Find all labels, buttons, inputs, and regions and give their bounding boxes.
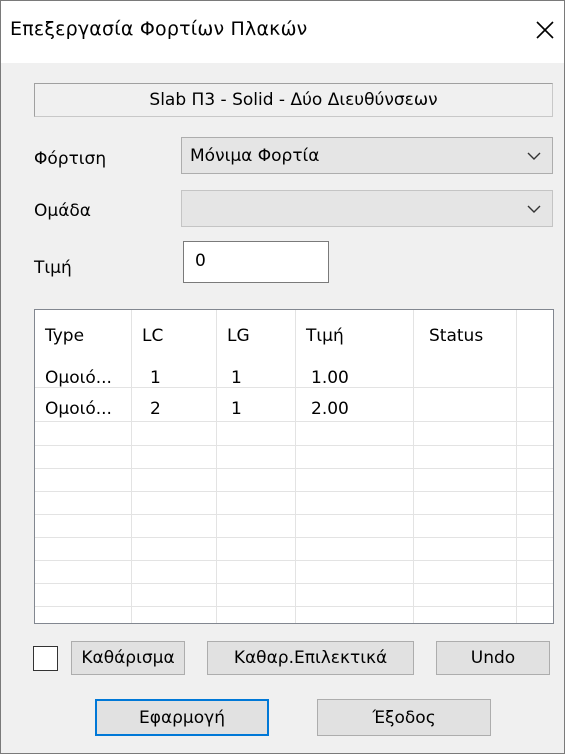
column-divider — [295, 310, 296, 623]
close-icon[interactable] — [533, 18, 557, 42]
chevron-down-icon — [527, 152, 541, 160]
row-divider — [35, 514, 553, 515]
cell-type[interactable]: Ομοιό... — [45, 399, 112, 419]
row-divider — [35, 421, 553, 422]
row-divider — [35, 537, 553, 538]
row-divider — [35, 606, 553, 607]
row-divider — [35, 387, 553, 388]
undo-button[interactable]: Undo — [436, 641, 550, 675]
column-header-lc[interactable]: LC — [142, 326, 163, 346]
cell-lc[interactable]: 1 — [150, 368, 161, 388]
cell-value[interactable]: 2.00 — [311, 399, 349, 419]
value-label: Τιμή — [34, 258, 72, 278]
column-divider — [216, 310, 217, 623]
row-divider — [35, 491, 553, 492]
column-divider — [131, 310, 132, 623]
slab-info-box: Slab Π3 - Solid - Δύο Διευθύνσεων — [34, 83, 553, 117]
loading-dropdown-value: Μόνιμα Φορτία — [190, 146, 320, 166]
loading-dropdown[interactable]: Μόνιμα Φορτία — [181, 137, 553, 174]
column-header-type[interactable]: Type — [45, 326, 84, 346]
select-checkbox[interactable] — [33, 646, 58, 671]
value-textbox[interactable] — [183, 241, 329, 283]
loads-table[interactable]: Type LC LG Τιμή Status Ομοιό... 1 1 1.00… — [34, 309, 554, 624]
loading-label: Φόρτιση — [34, 149, 107, 169]
value-input[interactable] — [195, 251, 315, 271]
row-divider — [35, 560, 553, 561]
column-header-value[interactable]: Τιμή — [306, 326, 344, 346]
clear-button[interactable]: Καθάρισμα — [71, 641, 185, 675]
title-bar[interactable]: Επεξεργασία Φορτίων Πλακών — [1, 1, 564, 63]
group-label: Ομάδα — [34, 201, 92, 221]
chevron-down-icon — [527, 205, 541, 213]
clear-selective-button[interactable]: Καθαρ.Επιλεκτικά — [207, 641, 414, 675]
dialog-title: Επεξεργασία Φορτίων Πλακών — [10, 18, 308, 40]
cell-value[interactable]: 1.00 — [311, 368, 349, 388]
row-divider — [35, 468, 553, 469]
cell-lg[interactable]: 1 — [231, 399, 242, 419]
cell-lc[interactable]: 2 — [150, 399, 161, 419]
column-header-status[interactable]: Status — [429, 326, 483, 346]
dialog-window: Επεξεργασία Φορτίων Πλακών Slab Π3 - Sol… — [0, 0, 565, 754]
row-divider — [35, 445, 553, 446]
row-divider — [35, 583, 553, 584]
column-header-lg[interactable]: LG — [227, 326, 250, 346]
column-divider — [516, 310, 517, 623]
cell-lg[interactable]: 1 — [231, 368, 242, 388]
cell-type[interactable]: Ομοιό... — [45, 368, 112, 388]
apply-button[interactable]: Εφαρμογή — [95, 699, 269, 736]
exit-button[interactable]: Έξοδος — [317, 699, 491, 736]
column-divider — [413, 310, 414, 623]
group-dropdown[interactable] — [181, 190, 553, 227]
